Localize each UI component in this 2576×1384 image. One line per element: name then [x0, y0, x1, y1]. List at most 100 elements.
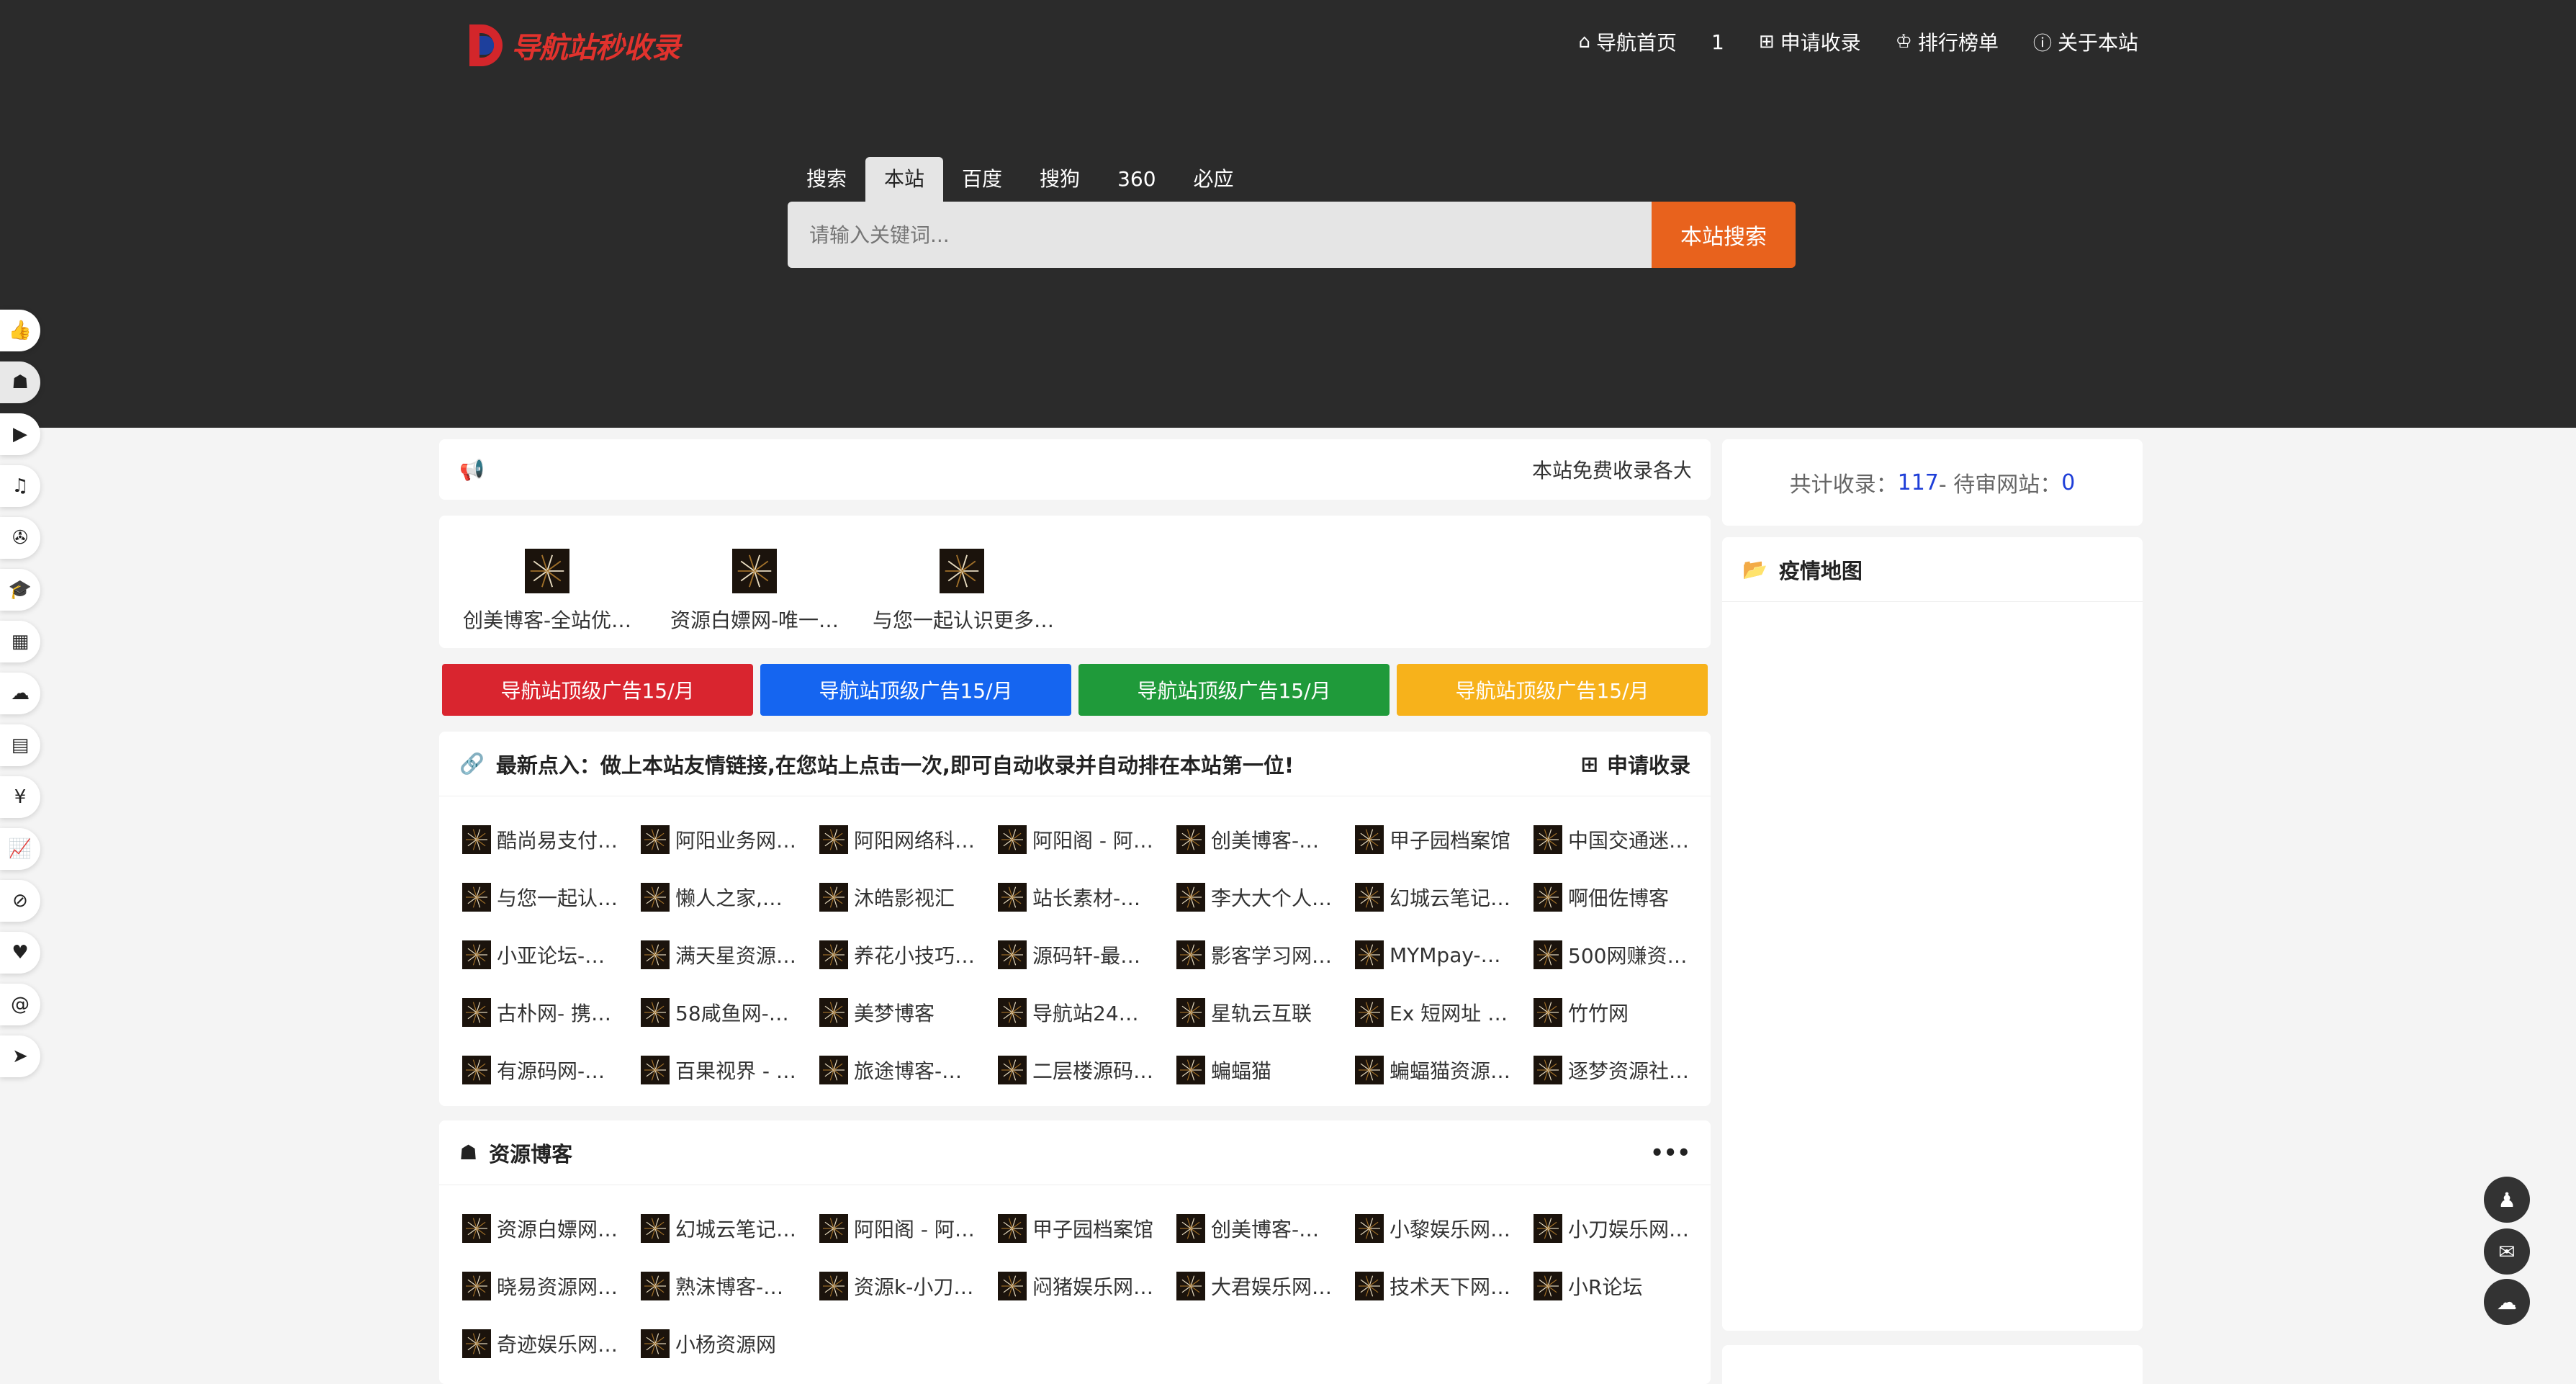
site-link[interactable]: 闷猪娱乐网…	[998, 1257, 1176, 1315]
site-link[interactable]: MYMpay-…	[1355, 926, 1534, 984]
site-link[interactable]: 竹竹网	[1534, 984, 1712, 1041]
search-button[interactable]: 本站搜索	[1652, 202, 1796, 268]
rail-button[interactable]: ♥	[0, 932, 40, 974]
rail-button[interactable]: ▶	[0, 413, 40, 455]
site-link[interactable]: 懒人之家,…	[641, 868, 819, 926]
site-link[interactable]: 幻城云笔记…	[1355, 868, 1534, 926]
site-link[interactable]: 甲子园档案馆	[998, 1200, 1176, 1257]
mail-icon[interactable]: ✉	[2484, 1228, 2530, 1275]
site-link[interactable]: 养花小技巧…	[819, 926, 998, 984]
rail-button[interactable]: ♫	[0, 465, 40, 507]
site-count: 117	[1897, 469, 1939, 495]
search-tab[interactable]: 百度	[943, 157, 1021, 202]
site-link[interactable]: 有源码网-…	[462, 1041, 641, 1099]
ad-banner[interactable]: 导航站顶级广告15/月	[1397, 664, 1708, 716]
site-link[interactable]: 星轨云互联	[1176, 984, 1355, 1041]
blog-icon: ☗	[12, 372, 29, 393]
site-link-label: 有源码网-…	[497, 1059, 605, 1083]
rail-button[interactable]: ⊘	[0, 880, 40, 922]
site-link[interactable]: 沐皓影视汇	[819, 868, 998, 926]
site-link[interactable]: 蝙蝠猫	[1176, 1041, 1355, 1099]
nav-label: 导航首页	[1595, 31, 1677, 55]
site-link[interactable]: 古朴网- 携…	[462, 984, 641, 1041]
search-tabs: 搜索 本站 百度 搜狗 360 必应	[788, 157, 1253, 202]
rail-button[interactable]: @	[0, 984, 40, 1025]
nav-item-4[interactable]: ⓘ 关于本站	[2033, 27, 2138, 56]
site-link[interactable]: 小黎娱乐网…	[1355, 1200, 1534, 1257]
site-link[interactable]: 导航站24…	[998, 984, 1176, 1041]
site-link[interactable]: 甲子园档案馆	[1355, 811, 1534, 868]
site-link[interactable]: 小刀娱乐网…	[1534, 1200, 1712, 1257]
site-link[interactable]: 李大大个人…	[1176, 868, 1355, 926]
rail-button[interactable]: ▤	[0, 724, 40, 766]
rail-button[interactable]: ✇	[0, 517, 40, 559]
site-link[interactable]: 蝙蝠猫资源…	[1355, 1041, 1534, 1099]
site-link[interactable]: 资源白嫖网…	[462, 1200, 641, 1257]
nav-item-1[interactable]: 1	[1711, 30, 1724, 54]
site-link[interactable]: Ex 短网址 …	[1355, 984, 1534, 1041]
site-link[interactable]: 影客学习网…	[1176, 926, 1355, 984]
featured-site[interactable]: 创美博客-全站优…	[458, 539, 636, 632]
site-link[interactable]: 阿阳网络科…	[819, 811, 998, 868]
nav-item-0[interactable]: ⌂ 导航首页	[1578, 27, 1677, 56]
site-link[interactable]: 晓易资源网…	[462, 1257, 641, 1315]
more-button[interactable]: •••	[1650, 1141, 1690, 1165]
site-favicon-icon	[819, 1214, 848, 1243]
search-tab[interactable]: 本站	[865, 157, 944, 202]
site-link[interactable]: 资源k-小刀…	[819, 1257, 998, 1315]
site-link[interactable]: 源码轩-最…	[998, 926, 1176, 984]
rail-button[interactable]: 👍	[0, 310, 40, 351]
site-link[interactable]: 奇迹娱乐网…	[462, 1315, 641, 1372]
rail-button[interactable]: 📈	[0, 828, 40, 870]
search-tab[interactable]: 搜狗	[1021, 157, 1099, 202]
site-link[interactable]: 阿阳阁 - 阿…	[819, 1200, 998, 1257]
site-link[interactable]: 百果视界 - …	[641, 1041, 819, 1099]
featured-site[interactable]: 与您一起认识更多…	[873, 539, 1054, 632]
rail-button[interactable]: 🎓	[0, 569, 40, 611]
site-link[interactable]: 500网赚资…	[1534, 926, 1712, 984]
site-link[interactable]: 酷尚易支付…	[462, 811, 641, 868]
search-tab[interactable]: 360	[1099, 157, 1174, 202]
nav-item-3[interactable]: ♔ 排行榜单	[1896, 27, 1999, 56]
rail-button[interactable]: ▦	[0, 621, 40, 662]
site-link[interactable]: 幻城云笔记…	[641, 1200, 819, 1257]
site-link[interactable]: 站长素材-…	[998, 868, 1176, 926]
site-link[interactable]: 小杨资源网	[641, 1315, 819, 1372]
site-link[interactable]: 创美博客-…	[1176, 811, 1355, 868]
site-link[interactable]: 啊佃佐博客	[1534, 868, 1712, 926]
site-link[interactable]: 旅途博客-…	[819, 1041, 998, 1099]
site-link[interactable]: 美梦博客	[819, 984, 998, 1041]
site-link[interactable]: 与您一起认…	[462, 868, 641, 926]
rail-button[interactable]: ➤	[0, 1035, 40, 1077]
site-link-label: 小刀娱乐网…	[1568, 1218, 1690, 1241]
site-link[interactable]: 58咸鱼网-…	[641, 984, 819, 1041]
site-favicon-icon	[998, 1056, 1027, 1084]
site-link[interactable]: 阿阳业务网…	[641, 811, 819, 868]
rail-button[interactable]: ☗	[0, 361, 40, 403]
site-favicon-icon	[1534, 1056, 1562, 1084]
qq-icon[interactable]: ♟	[2484, 1177, 2530, 1223]
site-link[interactable]: 小R论坛	[1534, 1257, 1712, 1315]
site-link[interactable]: 逐梦资源社…	[1534, 1041, 1712, 1099]
ad-banner[interactable]: 导航站顶级广告15/月	[760, 664, 1071, 716]
site-link[interactable]: 创美博客-…	[1176, 1200, 1355, 1257]
site-logo[interactable]: 导航站秒收录	[465, 20, 680, 71]
featured-site[interactable]: 资源白嫖网-唯一…	[665, 539, 844, 632]
rail-button[interactable]: ¥	[0, 776, 40, 818]
nav-item-2[interactable]: ⊞ 申请收录	[1759, 27, 1861, 56]
search-input[interactable]	[788, 202, 1652, 268]
site-link[interactable]: 满天星资源…	[641, 926, 819, 984]
site-link[interactable]: 大君娱乐网…	[1176, 1257, 1355, 1315]
site-link[interactable]: 二层楼源码…	[998, 1041, 1176, 1099]
site-link[interactable]: 熟沫博客-…	[641, 1257, 819, 1315]
site-link[interactable]: 中国交通迷…	[1534, 811, 1712, 868]
site-link[interactable]: 小亚论坛-…	[462, 926, 641, 984]
ad-banner[interactable]: 导航站顶级广告15/月	[442, 664, 753, 716]
rail-button[interactable]: ☁	[0, 673, 40, 714]
site-link[interactable]: 阿阳阁 - 阿…	[998, 811, 1176, 868]
ad-banner[interactable]: 导航站顶级广告15/月	[1078, 664, 1390, 716]
wechat-icon[interactable]: ☁	[2484, 1279, 2530, 1325]
site-link[interactable]: 技术天下网…	[1355, 1257, 1534, 1315]
apply-link[interactable]: ⊞ 申请收录	[1581, 749, 1690, 779]
search-tab[interactable]: 必应	[1175, 157, 1253, 202]
